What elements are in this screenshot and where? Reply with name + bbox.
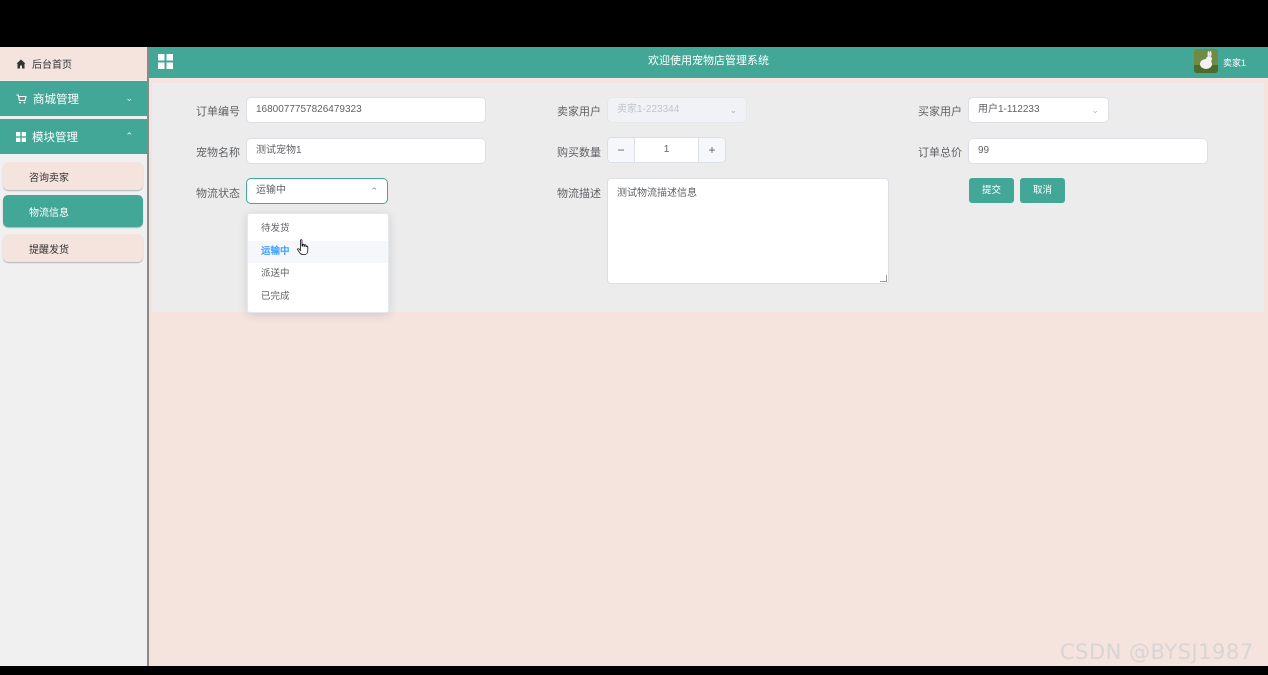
status-dropdown: 待发货 运输中 派送中 已完成: [247, 213, 389, 313]
status-option-in-transit[interactable]: 运输中: [248, 241, 388, 263]
description-value: 测试物流描述信息: [617, 188, 697, 199]
sidebar-item-label: 提醒发货: [29, 244, 69, 256]
submit-button[interactable]: 提交: [969, 178, 1014, 203]
avatar[interactable]: [1194, 49, 1218, 73]
buyer-label: 买家用户: [918, 106, 962, 118]
sidebar-item-label: 物流信息: [29, 207, 69, 219]
order-no-label: 订单编号: [196, 106, 240, 118]
sidebar-item-label: 咨询卖家: [29, 172, 69, 184]
decrease-button[interactable]: −: [608, 138, 635, 162]
total-label: 订单总价: [918, 147, 962, 159]
quantity-value[interactable]: 1: [635, 138, 698, 162]
grid-icon: [16, 131, 26, 142]
chevron-down-icon: ⌄: [1091, 105, 1099, 115]
sidebar-home-label: 后台首页: [32, 60, 72, 71]
cancel-button[interactable]: 取消: [1020, 178, 1065, 203]
pet-name-input[interactable]: 测试宠物1: [246, 138, 486, 164]
sidebar-item-consult-seller[interactable]: 咨询卖家: [3, 162, 143, 190]
seller-select: 卖家1-223344 ⌄: [607, 97, 747, 123]
desc-label: 物流描述: [557, 188, 601, 200]
sidebar: 后台首页 商城管理 ⌄ 模块管理 ⌃ 咨询卖家 物流信息 提醒发货: [0, 47, 149, 666]
home-icon: [16, 59, 26, 69]
sidebar-group-module-label: 模块管理: [32, 131, 78, 144]
pet-name-label: 宠物名称: [196, 147, 240, 159]
sidebar-item-home[interactable]: 后台首页: [0, 47, 147, 80]
status-select[interactable]: 运输中 ⌃: [246, 178, 388, 204]
increase-button[interactable]: +: [698, 138, 725, 162]
sidebar-item-remind-shipping[interactable]: 提醒发货: [3, 234, 143, 262]
username[interactable]: 卖家1: [1223, 56, 1246, 69]
quantity-stepper[interactable]: − 1 +: [607, 137, 726, 163]
buyer-value: 用户1-112233: [978, 104, 1040, 115]
resize-handle[interactable]: [880, 275, 887, 282]
top-bar: 欢迎使用宠物店管理系统 卖家1: [149, 47, 1268, 78]
watermark: CSDN @BYSJ1987: [1060, 640, 1254, 664]
status-option-delivering[interactable]: 派送中: [248, 263, 388, 285]
bottom-bar: [0, 666, 1268, 675]
buyer-select[interactable]: 用户1-112233 ⌄: [968, 97, 1109, 123]
sidebar-item-logistics[interactable]: 物流信息: [3, 195, 143, 227]
status-option-pending[interactable]: 待发货: [248, 218, 388, 240]
hand-cursor-icon: [297, 239, 309, 259]
status-value: 运输中: [256, 185, 286, 196]
description-textarea[interactable]: 测试物流描述信息: [607, 178, 889, 284]
page-title: 欢迎使用宠物店管理系统: [648, 55, 769, 67]
seller-label: 卖家用户: [557, 106, 601, 118]
total-value: 99: [978, 145, 990, 156]
chevron-up-icon: ⌃: [125, 131, 133, 141]
order-no-input[interactable]: 1680077757826479323: [246, 97, 486, 123]
status-label: 物流状态: [196, 188, 240, 200]
qty-label: 购买数量: [557, 147, 601, 159]
status-option-completed[interactable]: 已完成: [248, 286, 388, 308]
app-shell: 后台首页 商城管理 ⌄ 模块管理 ⌃ 咨询卖家 物流信息 提醒发货 欢迎使用宠物…: [0, 47, 1268, 666]
chevron-up-icon: ⌃: [370, 186, 378, 196]
chevron-down-icon: ⌄: [125, 93, 133, 103]
sidebar-group-mall[interactable]: 商城管理 ⌄: [0, 81, 147, 116]
sidebar-group-mall-label: 商城管理: [33, 93, 79, 106]
chevron-down-icon: ⌄: [729, 105, 737, 115]
sidebar-group-module[interactable]: 模块管理 ⌃: [0, 119, 147, 154]
total-input[interactable]: 99: [968, 138, 1208, 164]
pet-name-value: 测试宠物1: [256, 145, 302, 156]
order-no-value: 1680077757826479323: [256, 104, 362, 115]
seller-value: 卖家1-223344: [617, 104, 680, 115]
cart-icon: [16, 93, 27, 104]
